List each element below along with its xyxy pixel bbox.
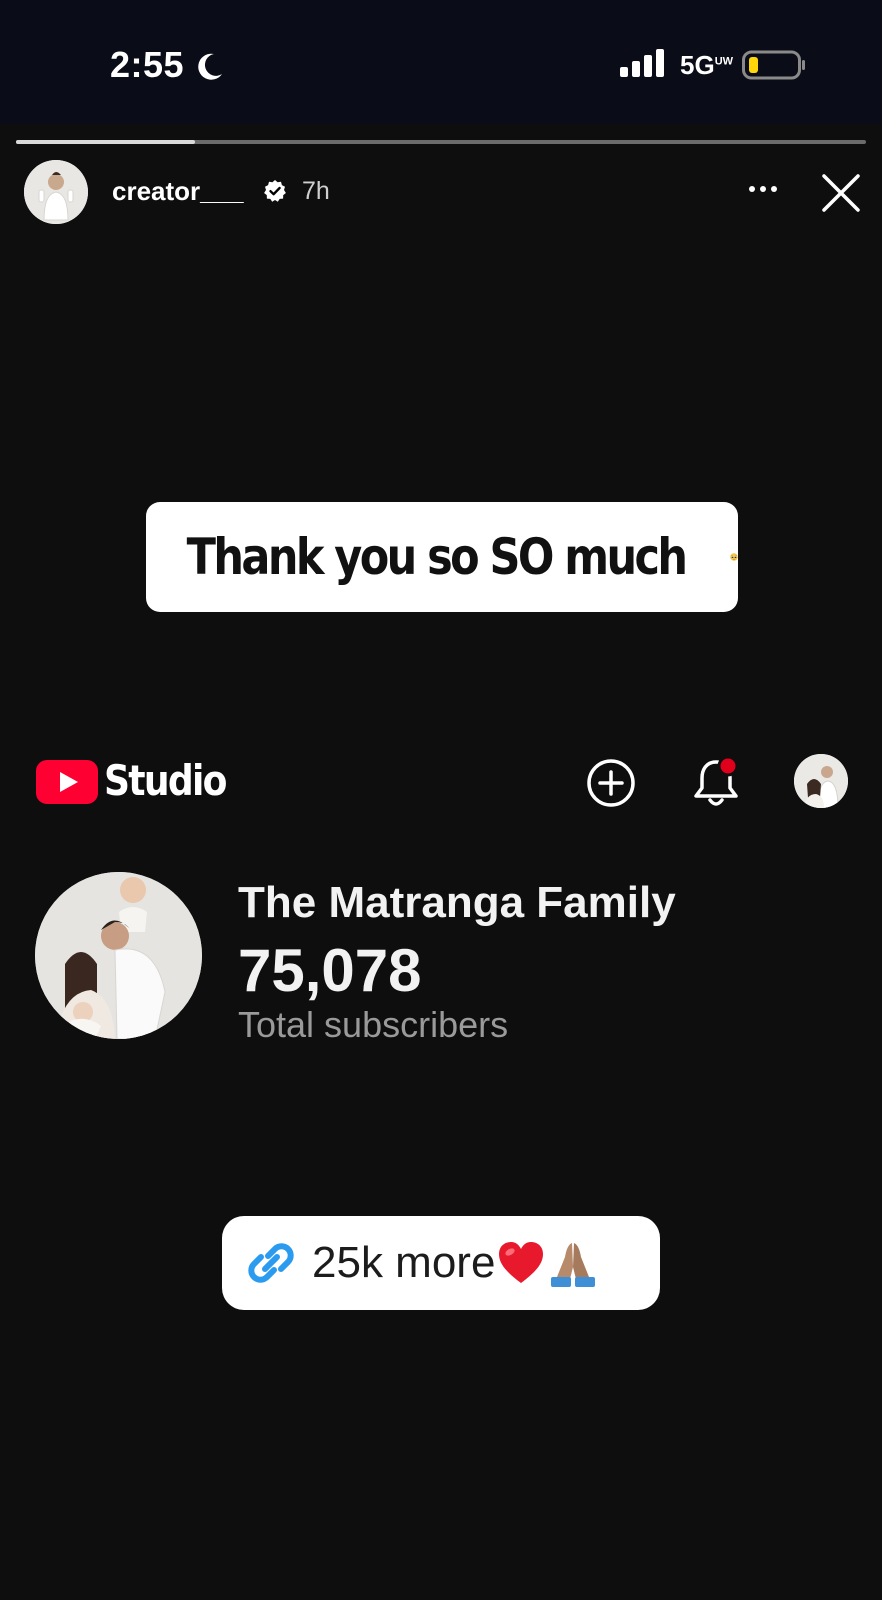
verified-icon bbox=[264, 180, 286, 202]
channel-name: The Matranga Family bbox=[238, 878, 676, 927]
yt-studio-brand: Studio bbox=[104, 756, 227, 805]
story-text-sticker: Thank you so SO much bbox=[146, 502, 738, 612]
subscriber-count: 75,078 bbox=[238, 937, 422, 1004]
story-username[interactable]: creator___ bbox=[112, 176, 244, 207]
avatar-photo bbox=[24, 160, 88, 224]
link-sticker-text: 25k more bbox=[312, 1238, 496, 1287]
more-button[interactable] bbox=[740, 174, 786, 204]
story-text: Thank you so SO much bbox=[186, 528, 688, 586]
link-sticker[interactable]: 25k more bbox=[222, 1216, 660, 1310]
avatar[interactable] bbox=[24, 160, 88, 224]
more-icon bbox=[749, 186, 755, 192]
close-icon bbox=[822, 174, 860, 212]
story-view[interactable] bbox=[0, 124, 882, 1600]
pleading-face-emoji bbox=[730, 553, 738, 561]
network-indicator: 5GUW bbox=[680, 50, 734, 80]
signal-icon bbox=[620, 49, 664, 77]
yt-studio-header: Studio bbox=[0, 730, 882, 830]
status-time: 2:55 bbox=[110, 44, 185, 85]
story-age: 7h bbox=[302, 177, 330, 205]
channel-avatar bbox=[35, 872, 202, 1039]
link-icon bbox=[248, 1243, 294, 1283]
close-button[interactable] bbox=[818, 170, 864, 216]
account-avatar[interactable] bbox=[794, 754, 848, 808]
moon-icon bbox=[198, 53, 222, 80]
battery-icon bbox=[742, 50, 805, 80]
subscriber-label: Total subscribers bbox=[238, 1004, 509, 1045]
red-heart-emoji bbox=[499, 1242, 544, 1283]
create-icon[interactable] bbox=[586, 758, 636, 808]
story-progress-bar bbox=[16, 140, 866, 144]
youtube-logo-icon bbox=[36, 760, 98, 804]
folded-hands-emoji bbox=[551, 1243, 596, 1287]
status-bar: 2:55 5GUW bbox=[0, 0, 882, 124]
bell-icon[interactable] bbox=[690, 754, 742, 810]
story-progress-fill bbox=[16, 140, 195, 144]
